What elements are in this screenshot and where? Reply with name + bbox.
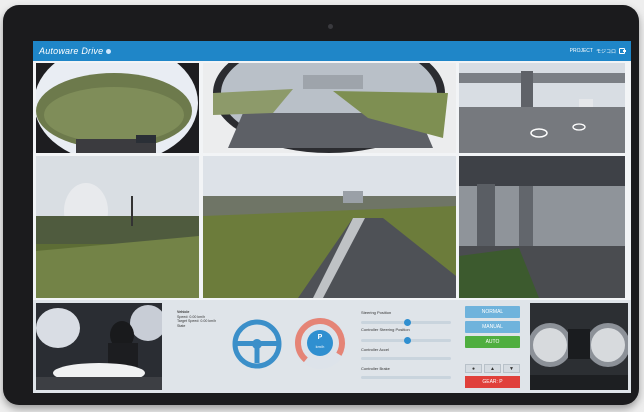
steering-position-label: Steering Position <box>361 310 392 315</box>
vehicle-info: Vehicle Speed: 0.00 km/h Target Speed: 0… <box>177 310 216 328</box>
gear-up-icon[interactable]: ▲ <box>484 364 501 373</box>
logout-icon[interactable] <box>619 48 626 54</box>
camera-feed-center[interactable] <box>203 156 456 298</box>
project-info: PROJECT モジコロ <box>569 48 626 55</box>
controller-accel-label: Controller Accel <box>361 347 390 352</box>
camera-feed-dashboard[interactable] <box>530 303 628 390</box>
front-camera <box>328 24 333 29</box>
connection-icon <box>106 48 112 54</box>
project-label: PROJECT <box>569 48 593 54</box>
controller-steering-handle[interactable] <box>404 337 411 344</box>
steering-wheel-icon <box>231 315 283 373</box>
control-panel: Vehicle Speed: 0.00 km/h Target Speed: 0… <box>33 300 631 393</box>
gear-controls: ● ▲ ▼ <box>465 364 520 373</box>
speed-unit: km/h <box>315 344 325 349</box>
controller-steering-slider[interactable] <box>361 337 451 344</box>
controller-accel-bar <box>361 357 451 360</box>
camera-feed-front-left[interactable] <box>36 63 199 153</box>
manual-mode-button[interactable]: MANUAL <box>465 321 520 333</box>
camera-feed-left[interactable] <box>36 156 199 298</box>
controller-brake-label: Controller Brake <box>361 366 390 371</box>
steering-position-handle[interactable] <box>404 319 411 326</box>
normal-mode-button[interactable]: NORMAL <box>465 306 520 318</box>
controller-brake-bar <box>361 376 451 379</box>
vehicle-state: State <box>177 323 186 328</box>
gear-indicator: P <box>317 334 323 341</box>
speed-gauge: P km/h <box>291 312 349 374</box>
stop-icon[interactable]: ● <box>465 364 482 373</box>
camera-feed-front-right[interactable] <box>459 63 625 153</box>
camera-feed-right[interactable] <box>459 156 625 298</box>
app-header: Autoware Drive PROJECT モジコロ <box>33 41 631 61</box>
app-logo: Autoware Drive <box>39 46 112 56</box>
camera-feed-front[interactable] <box>203 63 456 153</box>
steering-position-slider[interactable] <box>361 319 451 326</box>
app-title: Autoware Drive <box>39 46 104 56</box>
controller-steering-label: Controller Steering Position <box>361 327 410 332</box>
project-name: モジコロ <box>595 48 616 55</box>
gear-button[interactable]: GEAR: P <box>465 376 520 388</box>
gear-down-icon[interactable]: ▼ <box>503 364 520 373</box>
app-screen: Autoware Drive PROJECT モジコロ Vehicle Spee… <box>33 41 631 393</box>
camera-feed-driver[interactable] <box>36 303 162 390</box>
auto-mode-button[interactable]: AUTO <box>465 336 520 348</box>
tablet-frame: Autoware Drive PROJECT モジコロ Vehicle Spee… <box>3 5 639 405</box>
